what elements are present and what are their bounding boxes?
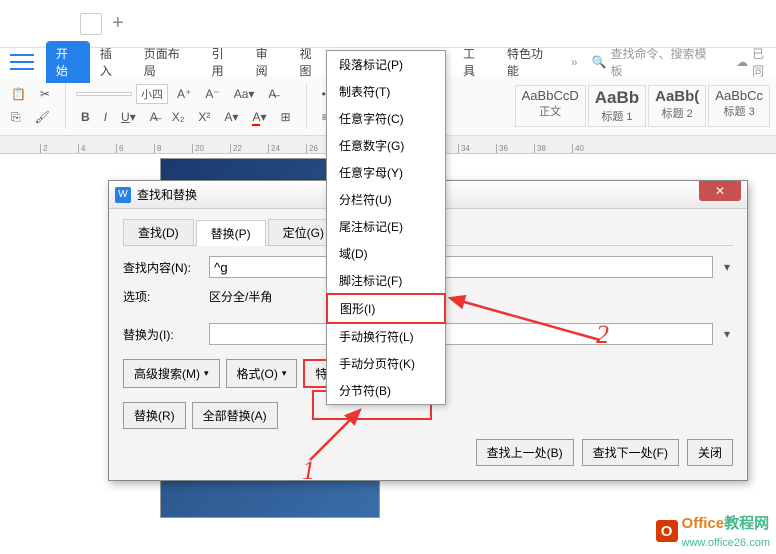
find-prev-button[interactable]: 查找上一处(B) — [476, 439, 574, 466]
cloud-icon: ☁ — [736, 55, 748, 69]
close-button[interactable]: 关闭 — [687, 439, 733, 466]
ribbon-tab-tools[interactable]: 工具 — [453, 41, 497, 83]
ribbon-more[interactable]: » — [565, 55, 584, 69]
options-value: 区分全/半角 — [209, 288, 272, 305]
menu-item-6[interactable]: 尾注标记(E) — [327, 213, 445, 240]
paste-icon[interactable]: 📋 — [6, 84, 31, 104]
menu-item-9[interactable]: 图形(I) — [326, 293, 446, 324]
format-button[interactable]: 格式(O)▾ — [226, 359, 298, 388]
menu-item-0[interactable]: 段落标记(P) — [327, 51, 445, 78]
style-h1[interactable]: AaBb 标题 1 — [588, 85, 646, 127]
highlight-icon[interactable]: A▾ — [219, 107, 243, 127]
annotation-number-1: 1 — [302, 456, 315, 486]
italic-icon[interactable]: I — [99, 107, 112, 127]
ribbon-tab-special[interactable]: 特色功能 — [497, 41, 565, 83]
style-h2[interactable]: AaBb( 标题 2 — [648, 85, 706, 127]
find-next-button[interactable]: 查找下一处(F) — [582, 439, 679, 466]
font-color-icon[interactable]: A▾ — [247, 107, 271, 127]
menu-item-4[interactable]: 任意字母(Y) — [327, 159, 445, 186]
menu-item-3[interactable]: 任意数字(G) — [327, 132, 445, 159]
find-dropdown-icon[interactable]: ▾ — [721, 260, 733, 274]
app-icon: W — [115, 187, 131, 203]
ribbon-tab-review[interactable]: 审阅 — [246, 41, 290, 83]
shrink-font-icon[interactable]: A⁻ — [200, 84, 224, 104]
copy-icon[interactable]: ⎘ — [6, 107, 26, 128]
advanced-search-button[interactable]: 高级搜索(M)▾ — [123, 359, 220, 388]
ribbon-tab-layout[interactable]: 页面布局 — [134, 41, 202, 83]
cut-icon[interactable]: ✂ — [35, 84, 55, 104]
subscript-icon[interactable]: X₂ — [167, 107, 190, 127]
border-icon[interactable]: ⊞ — [276, 107, 296, 127]
find-label: 查找内容(N): — [123, 259, 201, 276]
style-h3[interactable]: AaBbCc 标题 3 — [708, 85, 770, 127]
replace-button[interactable]: 替换(R) — [123, 402, 186, 429]
underline-icon[interactable]: U▾ — [116, 107, 141, 127]
replace-all-button[interactable]: 全部替换(A) — [192, 402, 278, 429]
ribbon-tab-insert[interactable]: 插入 — [90, 41, 134, 83]
font-size-select[interactable]: 小四 — [136, 84, 168, 104]
new-tab-button[interactable]: + — [112, 12, 124, 35]
ribbon-tab-home[interactable]: 开始 — [46, 41, 90, 83]
bold-icon[interactable]: B — [76, 107, 95, 127]
dialog-close-button[interactable]: ✕ — [699, 181, 741, 201]
ribbon-search[interactable]: 🔍 查找命令、搜索模板 — [592, 45, 719, 79]
grow-font-icon[interactable]: A⁺ — [172, 84, 196, 104]
clear-format-icon[interactable]: A̶ — [263, 84, 281, 104]
sync-status[interactable]: ☁ 已同 — [736, 45, 776, 79]
menu-item-12[interactable]: 分节符(B) — [327, 377, 445, 404]
search-placeholder: 查找命令、搜索模板 — [611, 45, 719, 79]
tab-replace[interactable]: 替换(P) — [196, 220, 266, 246]
menu-item-2[interactable]: 任意字符(C) — [327, 105, 445, 132]
watermark: O Office教程网 www.office26.com — [656, 512, 770, 550]
app-menu-icon[interactable] — [10, 54, 34, 70]
strike-icon[interactable]: A̶ — [145, 107, 163, 127]
format-painter-icon[interactable]: 🖌 — [30, 107, 55, 127]
font-family-select[interactable] — [76, 92, 132, 96]
change-case-icon[interactable]: Aa▾ — [229, 84, 260, 104]
replace-input[interactable] — [209, 323, 713, 345]
annotation-number-2: 2 — [596, 320, 609, 350]
menu-item-8[interactable]: 脚注标记(F) — [327, 267, 445, 294]
ribbon-tab-references[interactable]: 引用 — [202, 41, 246, 83]
document-tab[interactable] — [80, 13, 102, 35]
style-gallery: AaBbCcD 正文 AaBb 标题 1 AaBb( 标题 2 AaBbCc 标… — [515, 85, 770, 127]
menu-item-10[interactable]: 手动换行符(L) — [327, 323, 445, 350]
special-format-menu: 段落标记(P)制表符(T)任意字符(C)任意数字(G)任意字母(Y)分栏符(U)… — [326, 50, 446, 405]
superscript-icon[interactable]: X² — [193, 107, 215, 127]
menu-item-11[interactable]: 手动分页符(K) — [327, 350, 445, 377]
replace-label: 替换为(I): — [123, 326, 201, 343]
menu-item-7[interactable]: 域(D) — [327, 240, 445, 267]
menu-item-1[interactable]: 制表符(T) — [327, 78, 445, 105]
tab-find[interactable]: 查找(D) — [123, 219, 194, 245]
options-label: 选项: — [123, 288, 201, 305]
search-icon: 🔍 — [592, 55, 607, 69]
style-normal[interactable]: AaBbCcD 正文 — [515, 85, 586, 127]
office-logo-icon: O — [656, 520, 678, 542]
menu-item-5[interactable]: 分栏符(U) — [327, 186, 445, 213]
replace-dropdown-icon[interactable]: ▾ — [721, 327, 733, 341]
find-input[interactable] — [209, 256, 713, 278]
